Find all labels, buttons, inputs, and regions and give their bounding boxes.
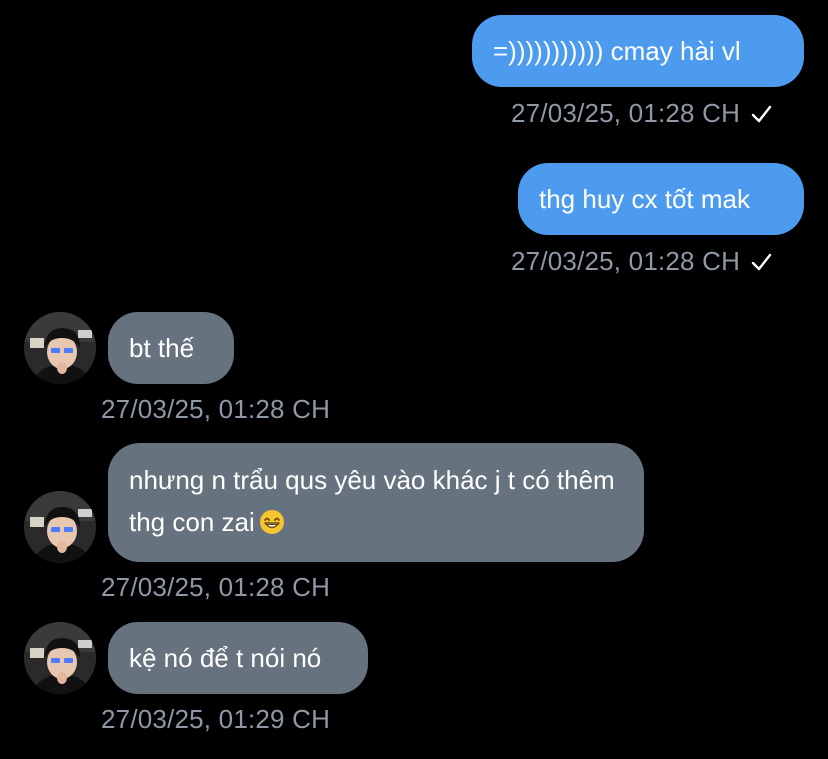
message-timestamp: 27/03/25, 01:28 CH bbox=[101, 394, 331, 424]
message-text: thg huy cx tốt mak bbox=[539, 184, 750, 214]
outgoing-message-bubble[interactable]: thg huy cx tốt mak bbox=[518, 163, 804, 235]
incoming-message-bubble[interactable]: kệ nó để t nói nó bbox=[108, 622, 368, 694]
message-text: =))))))))))) cmay hài vl bbox=[493, 36, 741, 66]
incoming-message-bubble[interactable]: bt thế bbox=[108, 312, 234, 384]
message-text: nhưng n trẩu qus yêu vào khác j t có thê… bbox=[129, 465, 615, 537]
check-icon bbox=[751, 105, 772, 123]
grinning-face-emoji bbox=[259, 510, 284, 534]
message-timestamp: 27/03/25, 01:28 CH bbox=[101, 572, 331, 602]
outgoing-message-bubble[interactable]: =))))))))))) cmay hài vl bbox=[472, 15, 804, 87]
timestamp-text: 27/03/25, 01:28 CH bbox=[511, 246, 741, 276]
sender-avatar[interactable] bbox=[24, 622, 96, 694]
sender-avatar[interactable] bbox=[24, 491, 96, 563]
message-timestamp: 27/03/25, 01:28 CH bbox=[511, 246, 772, 276]
timestamp-text: 27/03/25, 01:28 CH bbox=[511, 98, 741, 128]
message-timestamp: 27/03/25, 01:28 CH bbox=[511, 98, 772, 128]
message-text: bt thế bbox=[129, 333, 195, 363]
message-text: kệ nó để t nói nó bbox=[129, 643, 322, 673]
check-icon bbox=[751, 253, 772, 271]
sender-avatar[interactable] bbox=[24, 312, 96, 384]
avatar-image bbox=[24, 312, 96, 384]
message-timestamp: 27/03/25, 01:29 CH bbox=[101, 704, 331, 734]
avatar-image bbox=[24, 491, 96, 563]
avatar-image bbox=[24, 622, 96, 694]
incoming-message-bubble[interactable]: nhưng n trẩu qus yêu vào khác j t có thê… bbox=[108, 443, 644, 562]
